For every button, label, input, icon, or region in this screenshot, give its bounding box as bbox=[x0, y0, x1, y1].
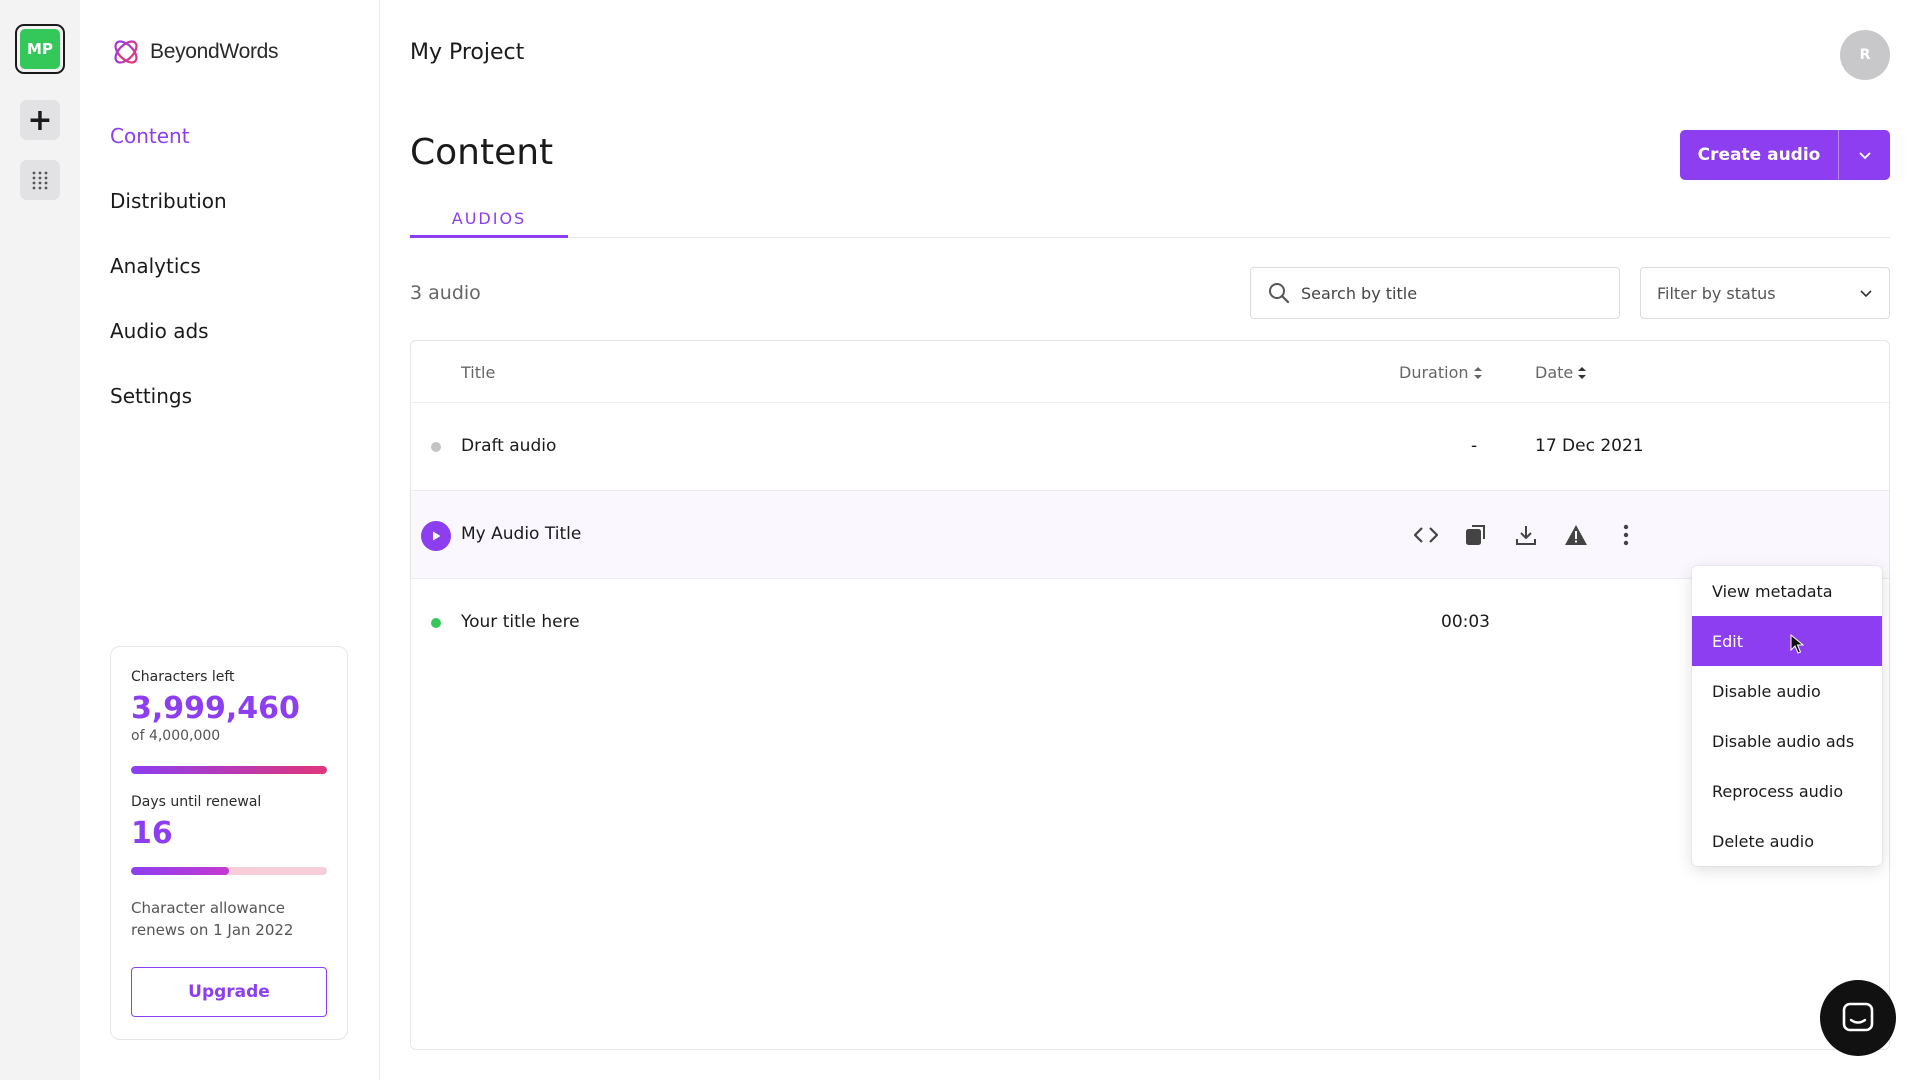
row-title: My Audio Title bbox=[461, 524, 582, 544]
sidebar-item-audio-ads[interactable]: Audio ads bbox=[110, 319, 209, 343]
sidebar-item-settings[interactable]: Settings bbox=[110, 384, 192, 408]
column-title-label: Title bbox=[461, 363, 496, 382]
tab-audios[interactable]: AUDIOS bbox=[410, 206, 568, 238]
column-header-title: Title bbox=[461, 363, 495, 382]
project-rail: MP + bbox=[0, 0, 80, 1080]
download-button[interactable] bbox=[1511, 520, 1541, 550]
project-name: My Project bbox=[410, 40, 525, 65]
copy-button[interactable] bbox=[1461, 520, 1491, 550]
row-duration: - bbox=[1471, 436, 1478, 456]
row-actions bbox=[1411, 520, 1641, 550]
characters-left-value: 3,999,460 bbox=[131, 691, 300, 726]
row-title: Your title here bbox=[461, 612, 580, 632]
play-icon bbox=[433, 531, 441, 541]
characters-progress-fill bbox=[131, 766, 327, 774]
sort-icon bbox=[1473, 366, 1482, 379]
more-vertical-icon bbox=[1623, 524, 1629, 546]
add-project-button[interactable]: + bbox=[20, 100, 60, 140]
page-title: Content bbox=[410, 132, 554, 173]
status-dot bbox=[431, 442, 441, 452]
characters-total: of 4,000,000 bbox=[131, 728, 221, 744]
plus-icon: + bbox=[27, 102, 53, 138]
renewal-note: Character allowance renews on 1 Jan 2022 bbox=[131, 899, 294, 939]
days-until-renewal-value: 16 bbox=[131, 816, 173, 851]
menu-item-view-metadata[interactable]: View metadata bbox=[1692, 566, 1882, 616]
characters-left-label: Characters left bbox=[131, 669, 235, 685]
beyondwords-logo bbox=[114, 40, 138, 64]
table-row[interactable]: Draft audio - 17 Dec 2021 bbox=[411, 403, 1889, 491]
row-title: Draft audio bbox=[461, 436, 557, 456]
download-icon bbox=[1516, 526, 1536, 545]
column-duration-label: Duration bbox=[1399, 363, 1469, 382]
sidebar-item-distribution[interactable]: Distribution bbox=[110, 189, 227, 213]
sort-icon bbox=[1578, 366, 1587, 379]
days-progress-bar bbox=[131, 867, 327, 875]
brand-logo[interactable]: BeyondWords bbox=[110, 36, 279, 68]
table-row[interactable]: My Audio Title bbox=[411, 491, 1889, 579]
usage-card: Characters left 3,999,460 of 4,000,000 D… bbox=[110, 646, 348, 1040]
create-audio-dropdown-button[interactable] bbox=[1838, 130, 1890, 180]
menu-item-reprocess-audio[interactable]: Reprocess audio bbox=[1692, 766, 1882, 816]
project-initials: MP bbox=[20, 29, 60, 69]
brand-name: BeyondWords bbox=[150, 40, 279, 63]
status-filter-placeholder: Filter by status bbox=[1657, 283, 1776, 303]
warning-icon bbox=[1565, 525, 1587, 545]
sidebar-item-content[interactable]: Content bbox=[110, 124, 190, 148]
project-switcher-current[interactable]: MP bbox=[15, 24, 65, 74]
create-audio-button[interactable]: Create audio bbox=[1680, 130, 1838, 180]
days-progress-fill bbox=[131, 867, 229, 875]
search-icon bbox=[1269, 283, 1290, 304]
column-header-duration[interactable]: Duration bbox=[1399, 363, 1483, 382]
grid-dots-icon bbox=[32, 171, 48, 190]
characters-progress-bar bbox=[131, 766, 327, 774]
column-date-label: Date bbox=[1535, 363, 1574, 382]
row-date: 17 Dec 2021 bbox=[1535, 436, 1644, 456]
warning-button[interactable] bbox=[1561, 520, 1591, 550]
sidebar: BeyondWords Content Distribution Analyti… bbox=[80, 0, 380, 1080]
mouse-cursor-icon bbox=[1790, 634, 1804, 654]
search-input[interactable] bbox=[1301, 283, 1601, 303]
embed-code-icon bbox=[1413, 527, 1439, 543]
status-filter-select[interactable]: Filter by status bbox=[1640, 267, 1890, 319]
row-duration: 00:03 bbox=[1441, 612, 1490, 632]
menu-item-disable-audio[interactable]: Disable audio bbox=[1692, 666, 1882, 716]
status-dot bbox=[431, 618, 441, 628]
days-until-renewal-label: Days until renewal bbox=[131, 794, 262, 810]
play-button[interactable] bbox=[421, 521, 451, 551]
audio-table: Title Duration Date Draft audio - 17 Dec… bbox=[410, 340, 1890, 1050]
content-tabs: AUDIOS bbox=[410, 206, 1890, 238]
menu-item-delete-audio[interactable]: Delete audio bbox=[1692, 816, 1882, 866]
chat-launcher-button[interactable] bbox=[1820, 980, 1896, 1056]
sidebar-item-analytics[interactable]: Analytics bbox=[110, 254, 201, 278]
menu-item-edit[interactable]: Edit bbox=[1692, 616, 1882, 666]
table-row[interactable]: Your title here 00:03 bbox=[411, 579, 1889, 667]
create-audio-split-button: Create audio bbox=[1680, 130, 1890, 180]
copy-icon bbox=[1466, 525, 1485, 545]
more-options-button[interactable] bbox=[1611, 520, 1641, 550]
column-header-date[interactable]: Date bbox=[1535, 363, 1587, 382]
chevron-down-icon bbox=[1860, 290, 1872, 298]
menu-item-disable-audio-ads[interactable]: Disable audio ads bbox=[1692, 716, 1882, 766]
table-header: Title Duration Date bbox=[411, 341, 1889, 403]
chevron-down-icon bbox=[1858, 152, 1871, 160]
row-context-menu: View metadata Edit Disable audio Disable… bbox=[1692, 566, 1882, 866]
upgrade-button[interactable]: Upgrade bbox=[131, 967, 327, 1017]
audio-count: 3 audio bbox=[410, 282, 481, 304]
avatar[interactable]: R bbox=[1840, 30, 1890, 80]
embed-code-button[interactable] bbox=[1411, 520, 1441, 550]
apps-grid-button[interactable] bbox=[20, 160, 60, 200]
search-box bbox=[1250, 267, 1620, 319]
main-content: My Project R Content Create audio AUDIOS… bbox=[380, 0, 1920, 1080]
chat-bubble-icon bbox=[1842, 1002, 1874, 1032]
